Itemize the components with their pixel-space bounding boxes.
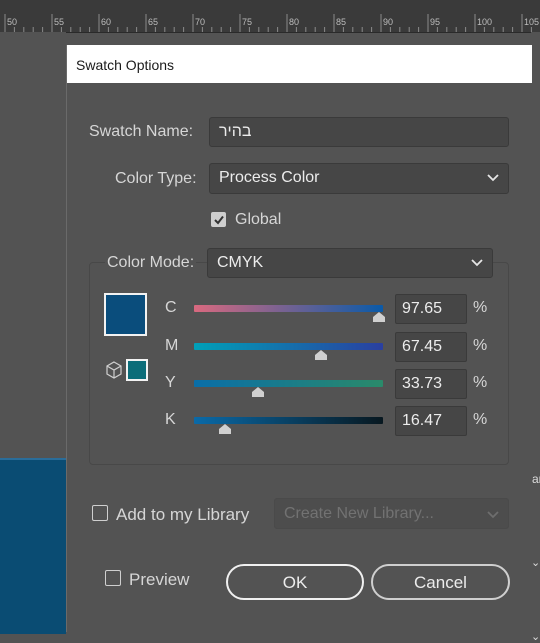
channel-label-k: K [165,411,176,428]
out-of-gamut-cube-icon[interactable] [105,361,123,379]
checkmark-icon [214,215,224,225]
right-panel-fragment: ar ⌄ ⌄ [531,32,540,643]
swatch-options-dialog: Swatch Options Swatch Name: בהיר Color T… [66,45,532,632]
slider-thumb-y[interactable] [251,387,265,397]
color-mode-select[interactable]: CMYK [207,248,493,278]
channel-label-c: C [165,299,177,316]
preview-checkbox[interactable] [105,570,121,586]
ruler-tick-label: 80 [289,17,300,27]
swatch-name-label: Swatch Name: [89,123,194,140]
slider-thumb-c[interactable] [372,312,386,322]
slider-track-c[interactable] [194,305,383,312]
add-to-library-label: Add to my Library [116,505,250,524]
percent-unit: % [473,337,488,354]
slider-track-y[interactable] [194,380,383,387]
slider-track-k[interactable] [194,417,383,424]
color-type-label: Color Type: [115,170,197,187]
percent-unit: % [473,411,488,428]
color-type-select[interactable]: Process Color [209,163,509,194]
swatch-name-input[interactable]: בהיר [209,117,509,147]
chevron-down-icon [471,259,483,267]
color-preview-swatch [104,293,147,336]
swatch-name-value: בהיר [219,123,252,140]
ruler-tick-label: 85 [336,17,347,27]
document-page-fragment [0,458,66,634]
channel-label-m: M [165,337,179,354]
panel-text-fragment: ar [532,472,540,486]
channel-value: 67.45 [402,338,443,355]
chevron-down-icon [487,511,499,519]
slider-thumb-k[interactable] [218,424,232,434]
dialog-titlebar[interactable]: Swatch Options [67,45,532,83]
cancel-button[interactable]: Cancel [371,564,510,600]
preview-label: Preview [129,570,190,589]
global-checkbox[interactable] [211,212,226,227]
slider-thumb-m[interactable] [314,350,328,360]
percent-unit: % [473,374,488,391]
channel-value-input-k[interactable]: 16.47 [395,406,467,436]
chevron-down-icon[interactable]: ⌄ [531,556,540,569]
ruler-tick-label: 60 [101,17,112,27]
channel-value-input-c[interactable]: 97.65 [395,294,467,324]
channel-value: 97.65 [402,300,443,317]
channel-value: 33.73 [402,375,443,392]
ruler-tick-label: 95 [430,17,441,27]
global-label: Global [235,211,282,228]
ruler-tick-label: 50 [7,17,18,27]
ruler-tick-label: 65 [148,17,159,27]
ruler-ticks [4,14,532,32]
ruler-tick-label: 105 [524,17,540,27]
out-of-gamut-swatch[interactable] [126,359,148,381]
ruler-tick-label: 100 [477,17,493,27]
channel-value: 16.47 [402,412,443,429]
ruler-tick-label: 90 [383,17,394,27]
color-mode-value: CMYK [217,254,264,271]
ruler-tick-label: 55 [54,17,65,27]
ok-button[interactable]: OK [226,564,364,600]
ruler-tick-label: 70 [195,17,206,27]
dialog-title: Swatch Options [76,57,175,73]
channel-value-input-m[interactable]: 67.45 [395,332,467,362]
horizontal-ruler[interactable]: 50 55 60 65 70 75 80 85 90 95 100 105 [0,0,540,33]
channel-label-y: Y [165,374,176,391]
library-select-placeholder: Create New Library... [284,505,434,522]
slider-track-m[interactable] [194,343,383,350]
color-mode-label: Color Mode: [105,254,197,272]
chevron-down-icon [487,174,499,182]
channel-value-input-y[interactable]: 33.73 [395,369,467,399]
ruler-tick-label: 75 [242,17,253,27]
percent-unit: % [473,299,488,316]
library-select[interactable]: Create New Library... [274,498,509,529]
add-to-library-checkbox[interactable] [92,505,108,521]
color-type-value: Process Color [219,169,320,186]
